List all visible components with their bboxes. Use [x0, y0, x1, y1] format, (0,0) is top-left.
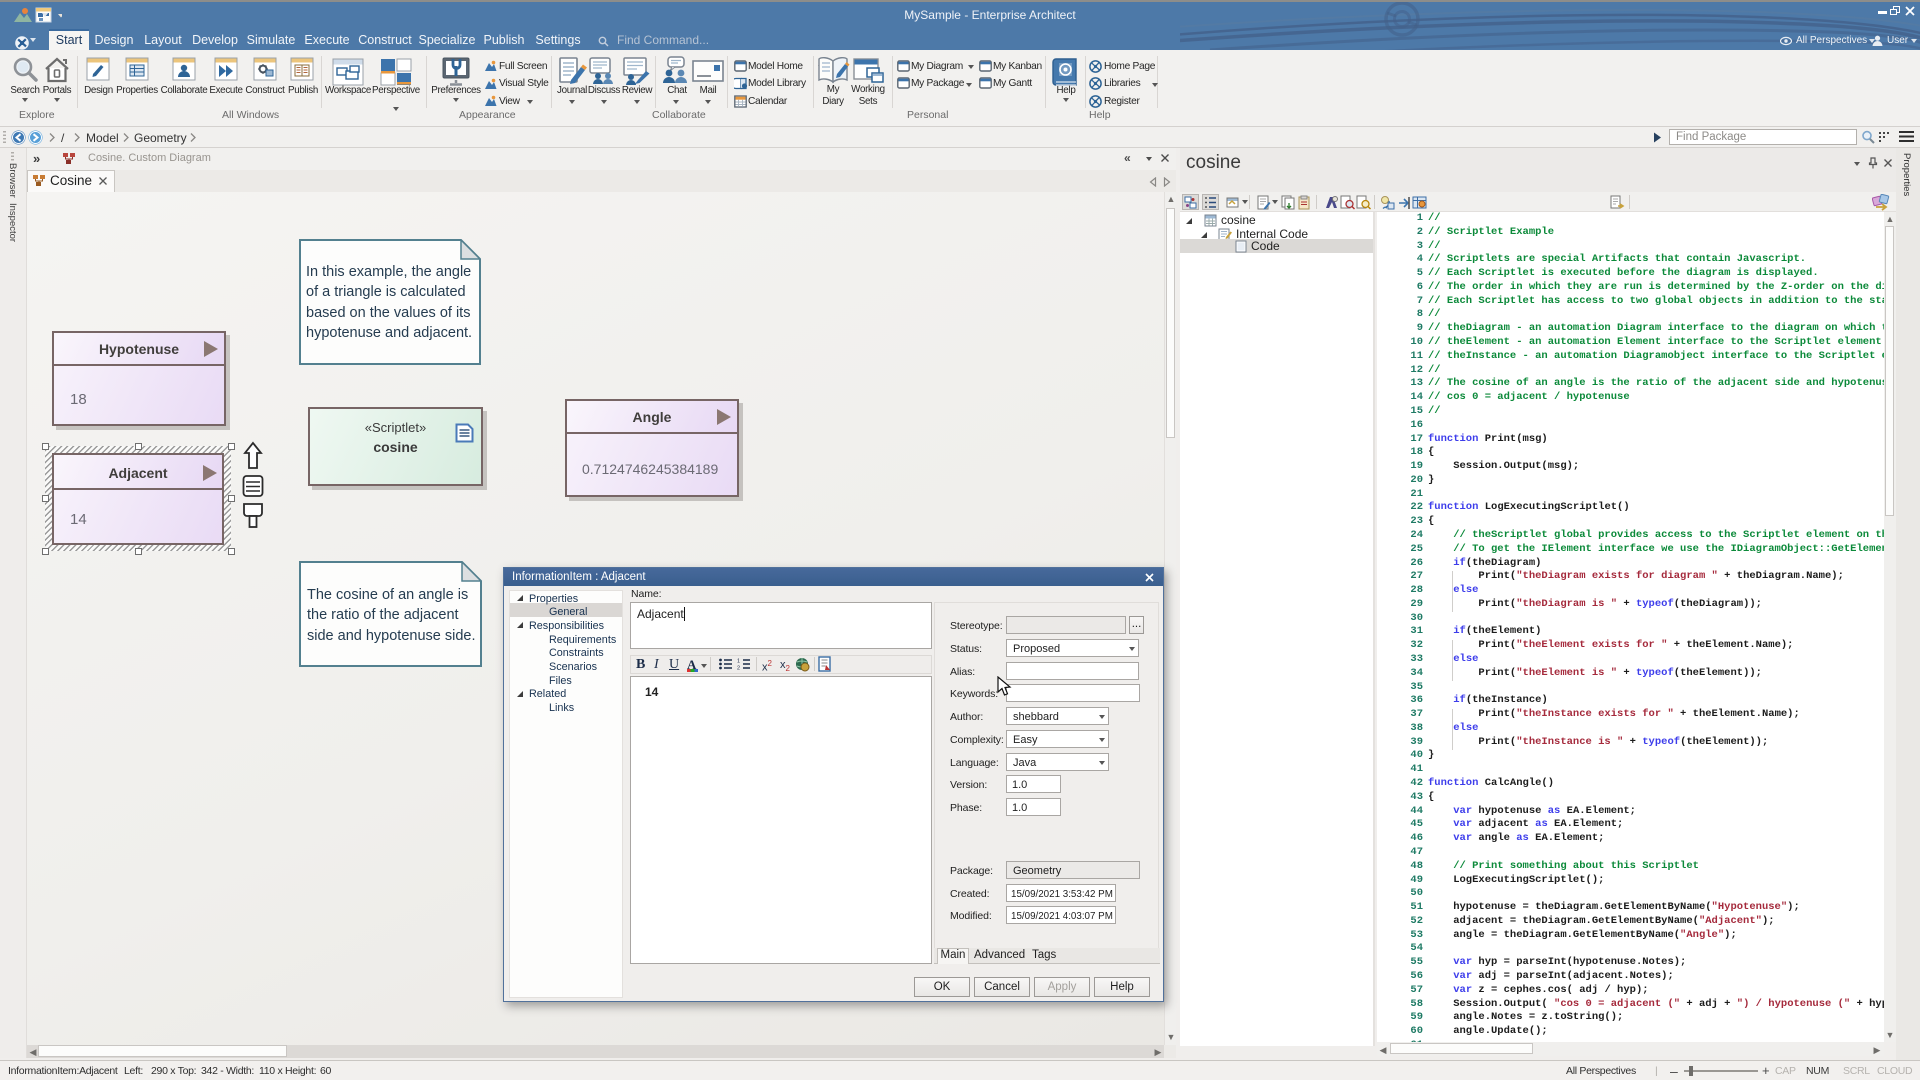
- svg-text:1: 1: [737, 659, 740, 665]
- svg-text:2: 2: [737, 666, 740, 671]
